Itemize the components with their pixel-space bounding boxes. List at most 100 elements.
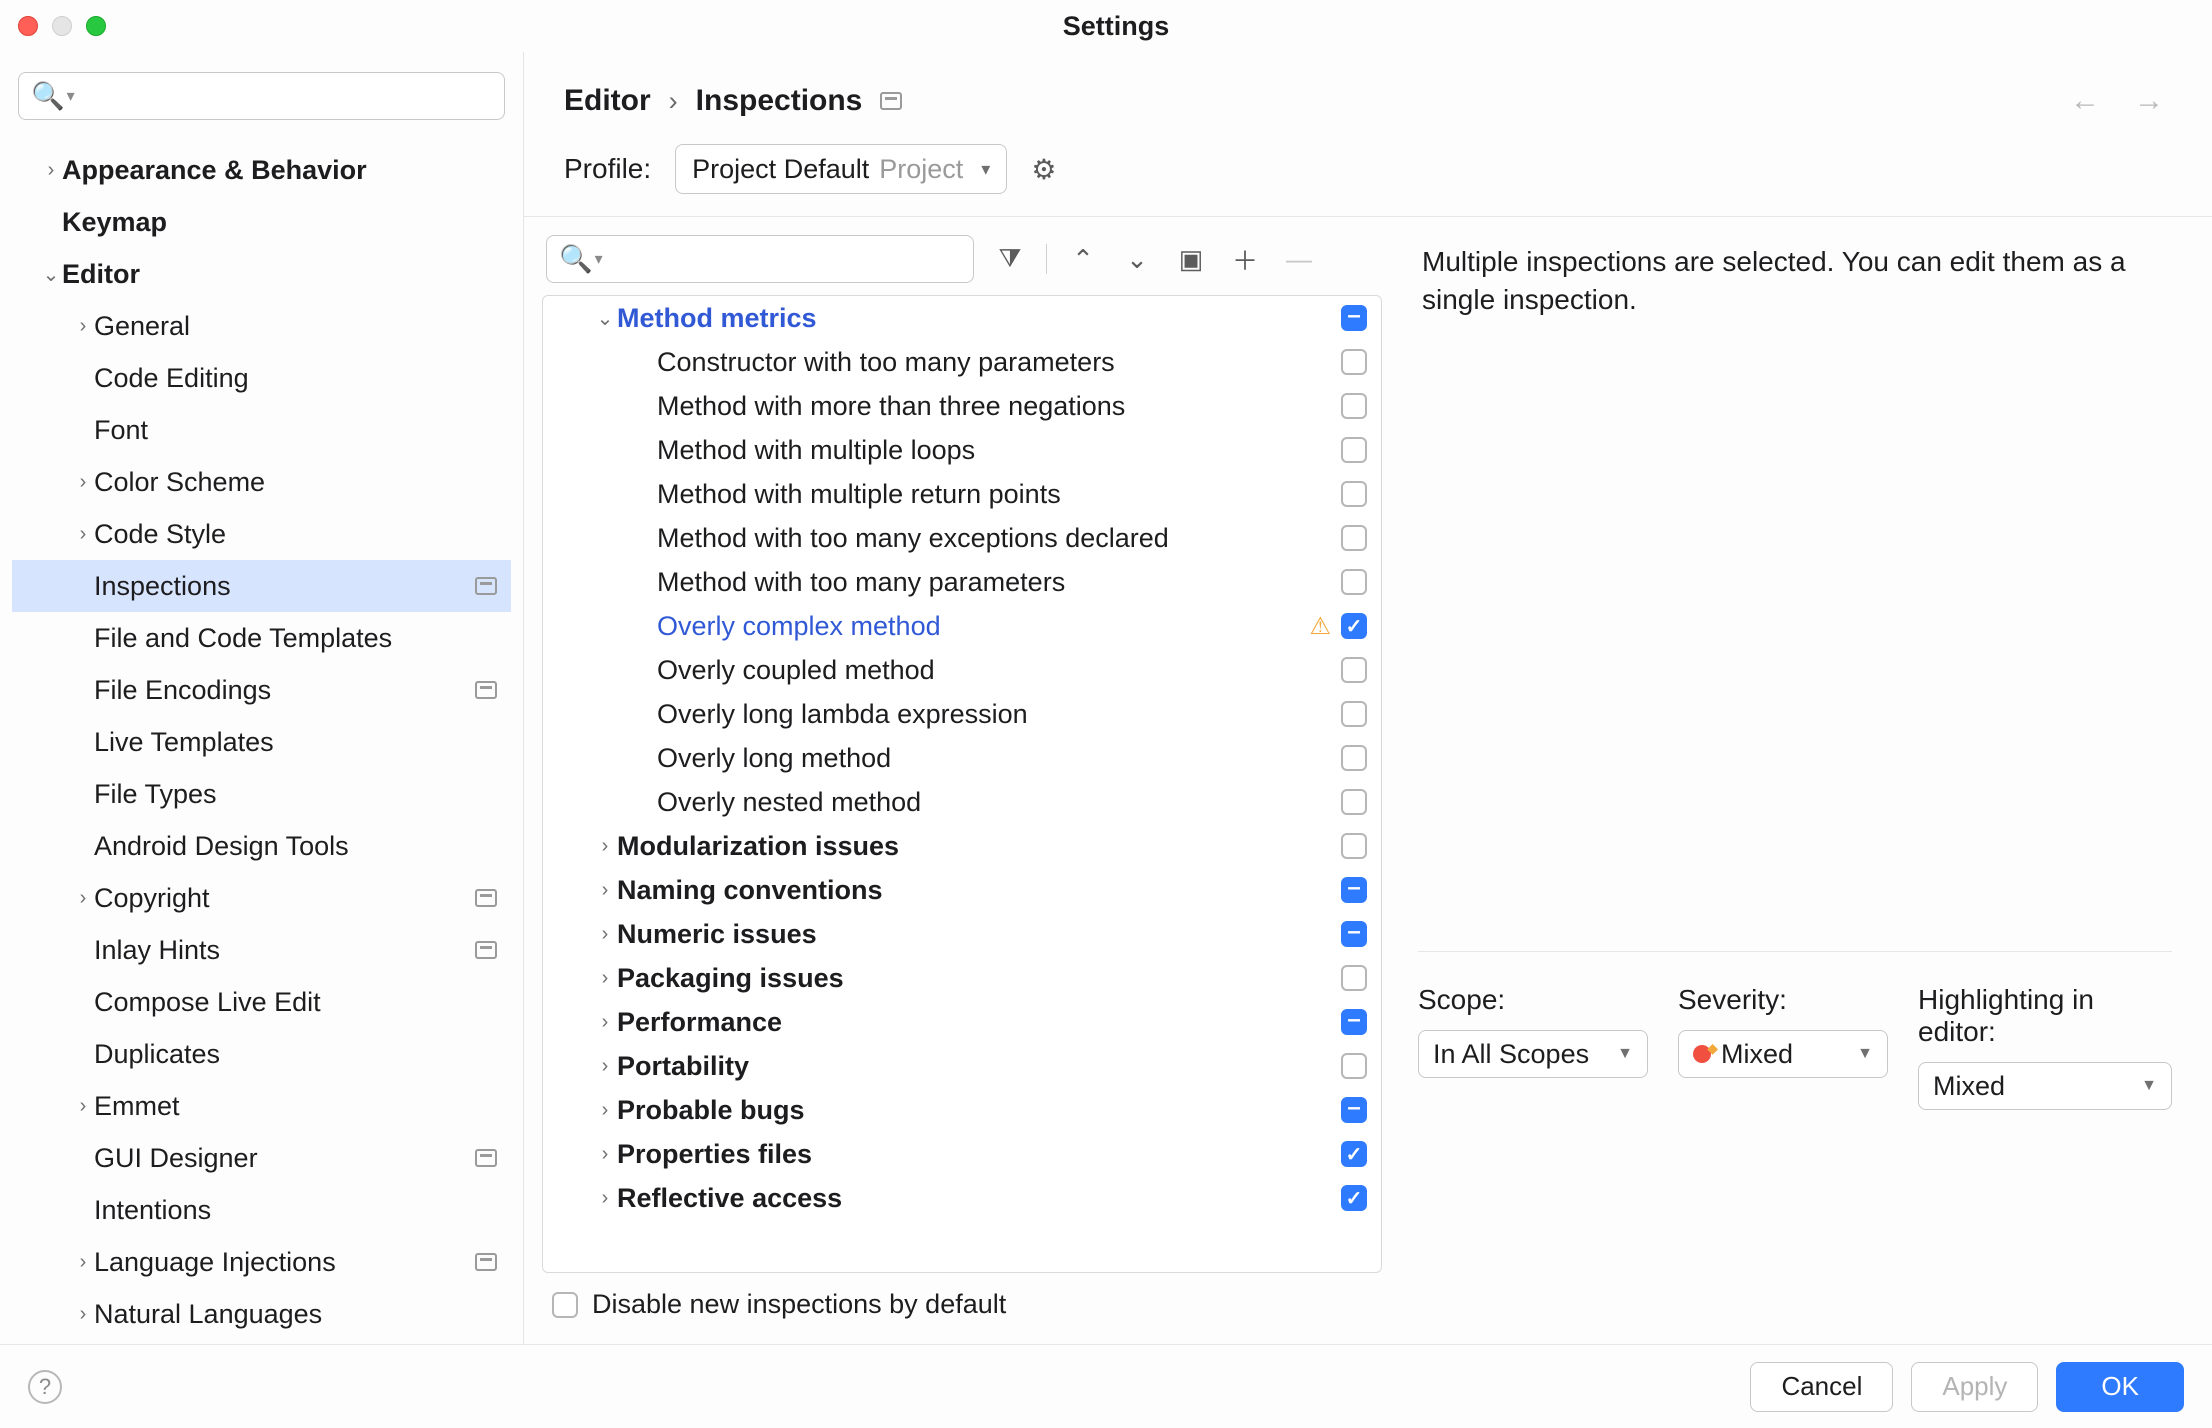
sidebar-item[interactable]: ›Natural Languages bbox=[12, 1288, 511, 1332]
inspections-search[interactable]: 🔍 ▾ bbox=[546, 235, 974, 283]
filter-icon[interactable]: ⧩ bbox=[992, 243, 1028, 275]
inspection-label: Overly long lambda expression bbox=[657, 699, 1341, 730]
sidebar-item[interactable]: File and Code Templates bbox=[12, 612, 511, 664]
search-icon: 🔍 bbox=[559, 243, 593, 275]
inspection-item[interactable]: Overly coupled method bbox=[543, 648, 1381, 692]
inspection-checkbox[interactable] bbox=[1341, 305, 1367, 331]
sidebar-item[interactable]: ›Language Injections bbox=[12, 1236, 511, 1288]
sidebar-item[interactable]: Live Templates bbox=[12, 716, 511, 768]
severity-select[interactable]: ◆ Mixed ▼ bbox=[1678, 1030, 1888, 1078]
inspection-checkbox[interactable] bbox=[1341, 1053, 1367, 1079]
sidebar-item[interactable]: ›Emmet bbox=[12, 1080, 511, 1132]
sidebar-item[interactable]: Intentions bbox=[12, 1184, 511, 1236]
inspection-label: Method with too many exceptions declared bbox=[657, 523, 1341, 554]
inspection-group[interactable]: ›Portability bbox=[543, 1044, 1381, 1088]
inspection-checkbox[interactable] bbox=[1341, 701, 1367, 727]
inspection-item[interactable]: Overly complex method⚠︎ bbox=[543, 604, 1381, 648]
add-icon[interactable]: ＋ bbox=[1227, 241, 1263, 278]
inspection-label: Method with too many parameters bbox=[657, 567, 1341, 598]
inspection-checkbox[interactable] bbox=[1341, 833, 1367, 859]
inspection-checkbox[interactable] bbox=[1341, 437, 1367, 463]
sidebar-item[interactable]: ›Color Scheme bbox=[12, 456, 511, 508]
inspection-group[interactable]: ›Naming conventions bbox=[543, 868, 1381, 912]
inspection-group[interactable]: ›Packaging issues bbox=[543, 956, 1381, 1000]
sidebar-item[interactable]: ›Copyright bbox=[12, 872, 511, 924]
sidebar-item[interactable]: Inspections bbox=[12, 560, 511, 612]
inspection-checkbox[interactable] bbox=[1341, 1141, 1367, 1167]
inspection-checkbox[interactable] bbox=[1341, 569, 1367, 595]
sidebar-item[interactable]: Android Design Tools bbox=[12, 820, 511, 872]
inspection-checkbox[interactable] bbox=[1341, 965, 1367, 991]
inspection-group[interactable]: ›Reflective access bbox=[543, 1176, 1381, 1220]
back-button[interactable]: ← bbox=[2062, 84, 2108, 118]
inspection-checkbox[interactable] bbox=[1341, 1009, 1367, 1035]
inspection-checkbox[interactable] bbox=[1341, 877, 1367, 903]
collapse-all-icon[interactable]: ⌄ bbox=[1119, 244, 1155, 275]
sidebar-item-label: Appearance & Behavior bbox=[62, 155, 497, 186]
inspection-item[interactable]: Method with too many parameters bbox=[543, 560, 1381, 604]
sidebar-item[interactable]: ›General bbox=[12, 300, 511, 352]
sidebar-item[interactable]: Code Editing bbox=[12, 352, 511, 404]
sidebar-item-label: Language Injections bbox=[94, 1247, 475, 1278]
inspection-checkbox[interactable] bbox=[1341, 1185, 1367, 1211]
inspection-group[interactable]: ›Modularization issues bbox=[543, 824, 1381, 868]
sidebar-item[interactable]: Keymap bbox=[12, 196, 511, 248]
inspection-group[interactable]: ›Performance bbox=[543, 1000, 1381, 1044]
sidebar-item[interactable]: GUI Designer bbox=[12, 1132, 511, 1184]
inspection-checkbox[interactable] bbox=[1341, 349, 1367, 375]
gear-icon[interactable]: ⚙︎ bbox=[1031, 153, 1056, 186]
sidebar-item[interactable]: Inlay Hints bbox=[12, 924, 511, 976]
sidebar-item[interactable]: Compose Live Edit bbox=[12, 976, 511, 1028]
expand-all-icon[interactable]: ⌃ bbox=[1065, 244, 1101, 275]
inspection-group[interactable]: ⌄Method metrics bbox=[543, 296, 1381, 340]
inspection-item[interactable]: Constructor with too many parameters bbox=[543, 340, 1381, 384]
project-scope-icon bbox=[475, 681, 497, 699]
close-window-button[interactable] bbox=[18, 16, 38, 36]
sidebar-item-label: File and Code Templates bbox=[94, 623, 497, 654]
highlight-select[interactable]: Mixed ▼ bbox=[1918, 1062, 2172, 1110]
inspection-checkbox[interactable] bbox=[1341, 613, 1367, 639]
inspection-checkbox[interactable] bbox=[1341, 1097, 1367, 1123]
breadcrumb-editor[interactable]: Editor bbox=[564, 84, 651, 118]
inspection-checkbox[interactable] bbox=[1341, 745, 1367, 771]
inspection-item[interactable]: Overly long method bbox=[543, 736, 1381, 780]
disable-new-label: Disable new inspections by default bbox=[592, 1289, 1006, 1320]
minimize-window-button[interactable] bbox=[52, 16, 72, 36]
inspection-checkbox[interactable] bbox=[1341, 657, 1367, 683]
sidebar-item[interactable]: ›Appearance & Behavior bbox=[12, 144, 511, 196]
inspection-item[interactable]: Overly long lambda expression bbox=[543, 692, 1381, 736]
inspection-group[interactable]: ›Probable bugs bbox=[543, 1088, 1381, 1132]
inspection-group[interactable]: ›Properties files bbox=[543, 1132, 1381, 1176]
inspection-group[interactable]: ›Numeric issues bbox=[543, 912, 1381, 956]
sidebar-search[interactable]: 🔍 ▾ bbox=[18, 72, 505, 120]
ok-button[interactable]: OK bbox=[2056, 1362, 2184, 1412]
sidebar-item[interactable]: File Encodings bbox=[12, 664, 511, 716]
inspection-checkbox[interactable] bbox=[1341, 789, 1367, 815]
inspection-item[interactable]: Method with more than three negations bbox=[543, 384, 1381, 428]
inspection-item[interactable]: Method with multiple return points bbox=[543, 472, 1381, 516]
inspection-item[interactable]: Overly nested method bbox=[543, 780, 1381, 824]
sidebar-item[interactable]: ⌄Editor bbox=[12, 248, 511, 300]
apply-button: Apply bbox=[1911, 1362, 2038, 1412]
zoom-window-button[interactable] bbox=[86, 16, 106, 36]
inspection-checkbox[interactable] bbox=[1341, 921, 1367, 947]
sidebar-item[interactable]: ›Code Style bbox=[12, 508, 511, 560]
scope-select[interactable]: In All Scopes ▼ bbox=[1418, 1030, 1648, 1078]
sidebar-item[interactable]: Font bbox=[12, 404, 511, 456]
sidebar-item[interactable]: Duplicates bbox=[12, 1028, 511, 1080]
inspection-checkbox[interactable] bbox=[1341, 525, 1367, 551]
profile-select[interactable]: Project Default Project ▾ bbox=[675, 144, 1007, 194]
sidebar-item[interactable]: File Types bbox=[12, 768, 511, 820]
inspection-item[interactable]: Method with too many exceptions declared bbox=[543, 516, 1381, 560]
tree-arrow-icon: › bbox=[593, 879, 617, 902]
reset-icon[interactable]: ▣ bbox=[1173, 244, 1209, 275]
inspection-item[interactable]: Method with multiple loops bbox=[543, 428, 1381, 472]
disable-new-checkbox[interactable] bbox=[552, 1292, 578, 1318]
sidebar-item-label: Inlay Hints bbox=[94, 935, 475, 966]
cancel-button[interactable]: Cancel bbox=[1750, 1362, 1893, 1412]
sidebar-item-label: Live Templates bbox=[94, 727, 497, 758]
help-button[interactable]: ? bbox=[28, 1370, 62, 1404]
inspection-checkbox[interactable] bbox=[1341, 481, 1367, 507]
forward-button[interactable]: → bbox=[2126, 84, 2172, 118]
inspection-checkbox[interactable] bbox=[1341, 393, 1367, 419]
